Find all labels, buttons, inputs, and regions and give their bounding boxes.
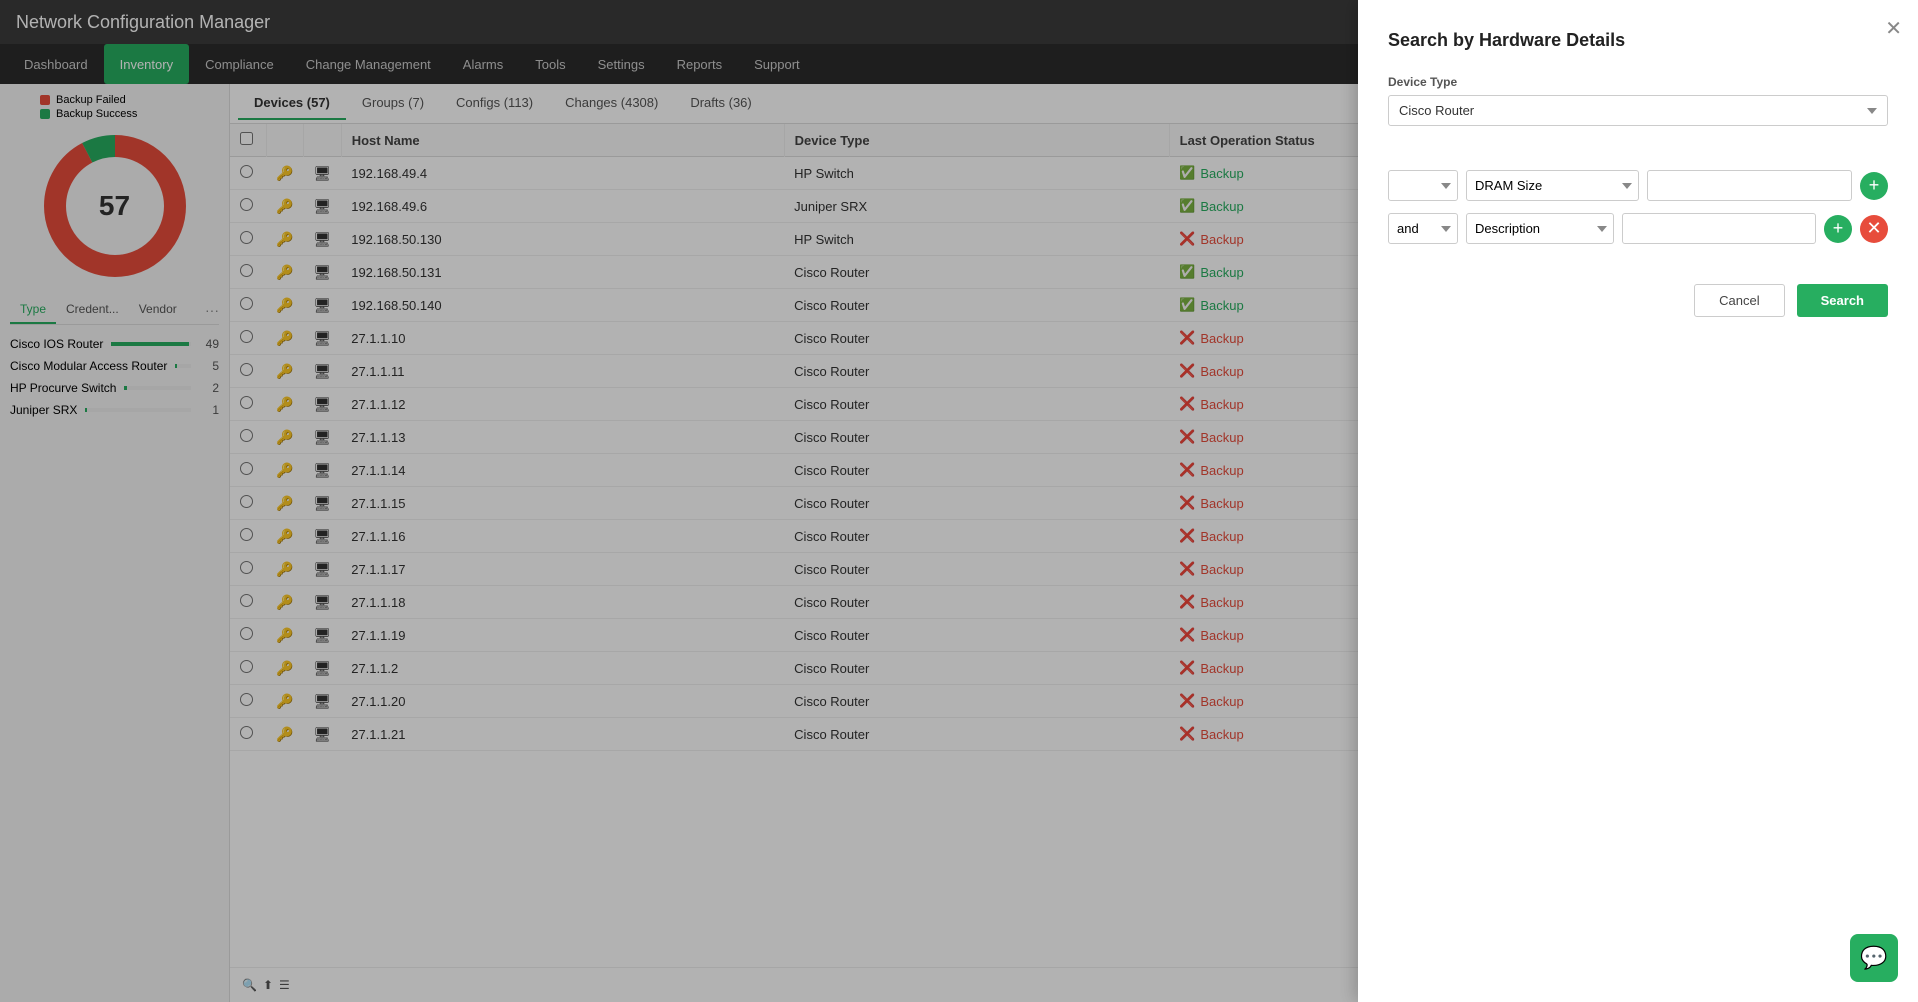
row2-field-select[interactable]: Description DRAM Size Flash Memory Hardw… xyxy=(1466,213,1614,244)
modal-overlay: ✕ Search by Hardware Details Device Type… xyxy=(0,0,1918,1002)
chat-fab-button[interactable]: 💬 xyxy=(1850,934,1898,982)
row2-remove-button[interactable]: ✕ xyxy=(1860,215,1888,243)
modal-footer: Cancel Search xyxy=(1388,284,1888,317)
filter-row-1: and or DRAM Size Description Flash Memor… xyxy=(1388,170,1888,201)
row2-value-input[interactable] xyxy=(1622,213,1816,244)
filter-row-2: and or Description DRAM Size Flash Memor… xyxy=(1388,213,1888,244)
modal-title: Search by Hardware Details xyxy=(1388,30,1888,51)
device-type-label: Device Type xyxy=(1388,75,1888,89)
row1-value-input[interactable] xyxy=(1647,170,1852,201)
row1-condition-select[interactable]: and or xyxy=(1388,170,1458,201)
search-hardware-modal: ✕ Search by Hardware Details Device Type… xyxy=(1358,0,1918,1002)
device-type-select[interactable]: Cisco Router HP Switch Juniper SRX Cisco… xyxy=(1388,95,1888,126)
search-button[interactable]: Search xyxy=(1797,284,1888,317)
cancel-button[interactable]: Cancel xyxy=(1694,284,1784,317)
row2-condition-select[interactable]: and or xyxy=(1388,213,1458,244)
row1-add-button[interactable]: + xyxy=(1860,172,1888,200)
row1-field-select[interactable]: DRAM Size Description Flash Memory Hardw… xyxy=(1466,170,1639,201)
modal-close-button[interactable]: ✕ xyxy=(1885,16,1902,41)
row2-add-button[interactable]: + xyxy=(1824,215,1852,243)
